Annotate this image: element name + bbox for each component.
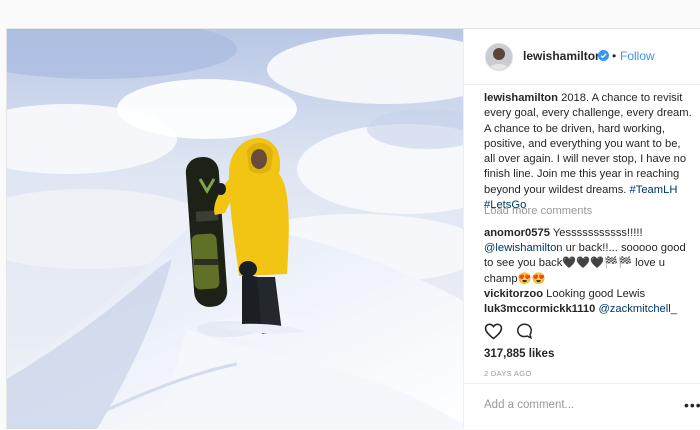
comment-username[interactable]: vickitorzoo xyxy=(484,288,543,300)
comment-mention[interactable]: @lewishamilton xyxy=(484,242,563,254)
comment-item: vickitorzoo Looking good Lewis xyxy=(484,287,696,302)
post-container: lewishamilton • Follow lewishamilton 201… xyxy=(6,28,700,429)
comment-icon[interactable] xyxy=(515,322,534,340)
likes-count[interactable]: 317,885 likes xyxy=(484,348,554,360)
caption-text: 2018. A chance to revisit every goal, ev… xyxy=(484,92,692,196)
comment-text: Yesssssssssss!!!!! xyxy=(549,227,643,239)
post-photo[interactable] xyxy=(7,29,463,429)
comment-item: luk3mccormickk1110 @zackmitchell_ xyxy=(484,302,696,317)
snowboard-mountain-photo xyxy=(7,29,463,429)
comment-item: anomor0575 Yesssssssssss!!!!! xyxy=(484,226,696,241)
follow-button[interactable]: Follow xyxy=(620,49,655,63)
separator-dot: • xyxy=(612,49,617,63)
post-header: lewishamilton • Follow xyxy=(464,29,700,85)
add-comment-input[interactable]: Add a comment... xyxy=(484,399,574,411)
comment-item: @lewishamilton ur back!!... sooooo good … xyxy=(484,241,696,287)
caption-username[interactable]: lewishamilton xyxy=(484,92,558,104)
load-more-comments[interactable]: Load more comments xyxy=(484,205,592,217)
more-options-icon[interactable]: ••• xyxy=(684,397,700,413)
avatar-image xyxy=(486,44,512,70)
comment-username[interactable]: luk3mccormickk1110 xyxy=(484,303,595,315)
hashtag-teamlh[interactable]: #TeamLH xyxy=(630,184,678,196)
avatar[interactable] xyxy=(485,43,513,71)
post-sidebar: lewishamilton • Follow lewishamilton 201… xyxy=(463,29,700,429)
post-caption: lewishamilton 2018. A chance to revisit … xyxy=(484,91,694,213)
comment-text: Looking good Lewis xyxy=(543,288,646,300)
comment-username[interactable]: anomor0575 xyxy=(484,227,550,239)
profile-username[interactable]: lewishamilton xyxy=(523,49,602,63)
post-timestamp: 2 DAYS AGO xyxy=(484,369,532,378)
heart-icon[interactable] xyxy=(484,322,503,340)
comment-mention[interactable]: @zackmitchell_ xyxy=(598,303,677,315)
verified-icon xyxy=(598,50,609,61)
add-comment-bar: Add a comment... ••• xyxy=(464,383,700,430)
